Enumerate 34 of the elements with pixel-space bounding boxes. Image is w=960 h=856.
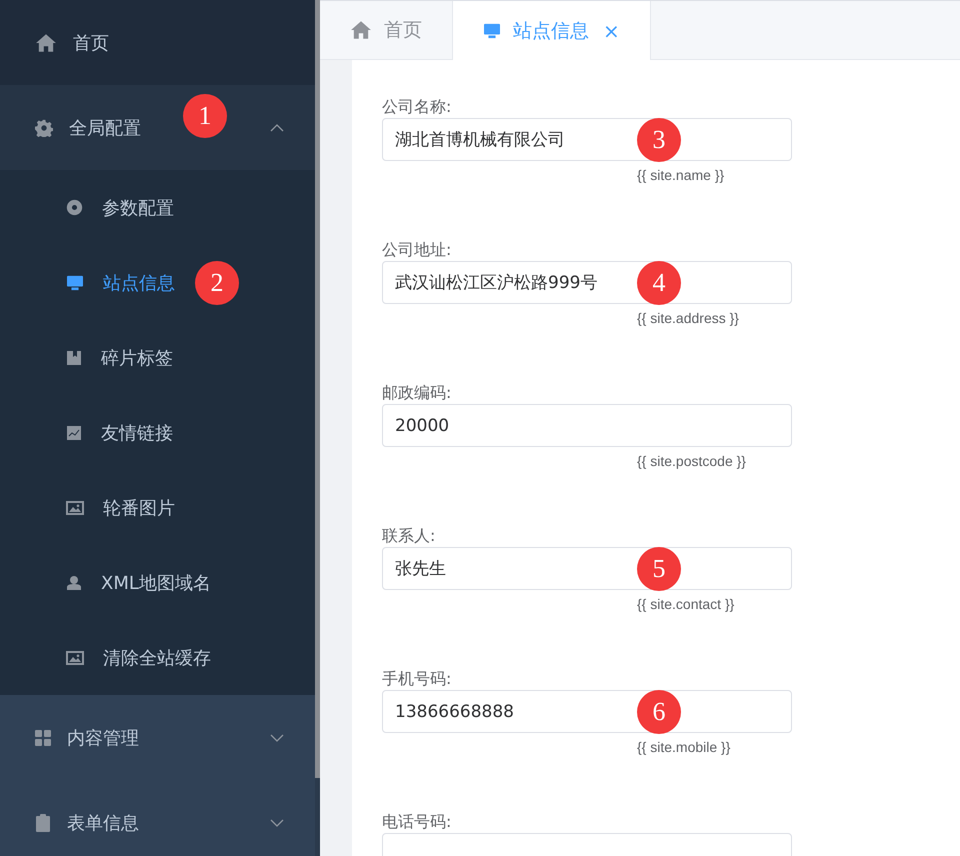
- home-icon: [350, 20, 372, 40]
- caret-icon: [270, 734, 284, 742]
- template-hint: {{ site.address }}: [637, 310, 740, 326]
- bookmark-icon: [66, 350, 82, 366]
- menu-item[interactable]: 全局配置 1: [0, 85, 315, 170]
- number-badge: 1: [183, 94, 227, 138]
- menu-item[interactable]: 首页: [0, 0, 315, 85]
- field-label: 公司名称:: [382, 96, 452, 118]
- monitor-icon: [483, 22, 501, 38]
- field-label: 邮政编码:: [382, 382, 452, 404]
- gear-icon: [35, 118, 53, 136]
- field-label: 电话号码:: [382, 811, 452, 833]
- template-hint: {{ site.contact }}: [637, 596, 736, 612]
- home-icon: [35, 32, 57, 52]
- scrollbar-thumb[interactable]: [315, 0, 320, 778]
- field-label: 公司地址:: [382, 239, 452, 261]
- clipboard-icon: [35, 814, 51, 832]
- template-hint: {{ site.name }}: [637, 167, 726, 183]
- caret-icon: [270, 124, 284, 132]
- user-icon: [66, 574, 82, 590]
- field-label: 联系人:: [382, 525, 436, 547]
- field-label: 手机号码:: [382, 668, 452, 690]
- caret-icon: [270, 819, 284, 827]
- image-icon: [66, 650, 84, 666]
- template-hint: {{ site.mobile }}: [637, 739, 732, 755]
- number-badge: 2: [195, 260, 239, 304]
- monitor-icon: [66, 274, 84, 290]
- image-icon: [66, 500, 84, 516]
- template-hint: {{ site.postcode }}: [637, 453, 747, 469]
- chart-icon: [66, 424, 82, 440]
- menu-item[interactable]: 内容管理: [0, 695, 315, 780]
- input-field[interactable]: 20000: [382, 404, 792, 447]
- grid-icon: [35, 730, 51, 746]
- menu-item[interactable]: 表单信息: [0, 780, 315, 856]
